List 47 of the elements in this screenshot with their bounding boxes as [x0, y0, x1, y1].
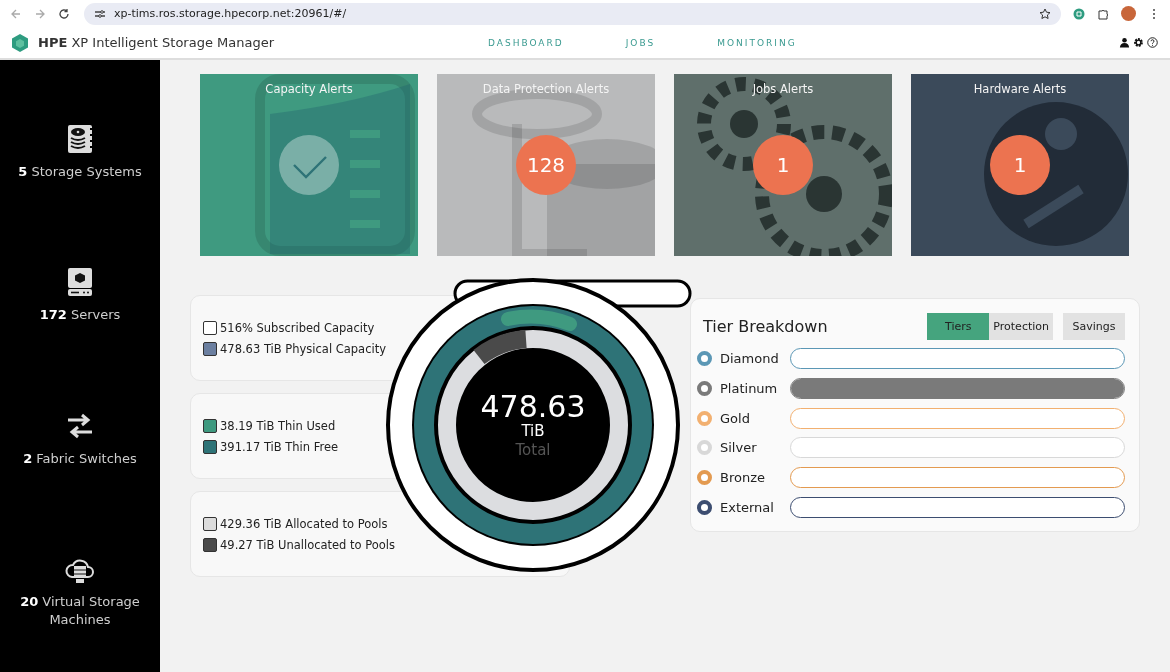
nav-link[interactable]: JOBS — [625, 37, 656, 48]
tab[interactable]: Tiers — [927, 313, 990, 340]
tab[interactable]: Protection — [989, 313, 1053, 340]
avatar[interactable] — [1121, 6, 1136, 21]
total-unit: TiB — [521, 424, 545, 439]
alert-card[interactable]: Hardware Alerts 1 — [911, 74, 1129, 256]
check-circle-icon — [279, 135, 339, 195]
settings-icon[interactable] — [1133, 37, 1144, 48]
tier-name: Diamond — [720, 351, 780, 367]
cube-logo-icon — [10, 32, 30, 53]
alert-count-badge: 1 — [753, 135, 813, 195]
card-title: Capacity Alerts — [264, 82, 354, 96]
alert-count-badge: 128 — [516, 135, 576, 195]
help-icon[interactable] — [1147, 37, 1158, 48]
legend-label: 478.63 TiB Physical Capacity — [220, 341, 386, 356]
legend-label: 49.27 TiB Unallocated to Pools — [220, 537, 396, 552]
tab[interactable]: Savings — [1063, 313, 1125, 340]
panel-title: Tier Breakdown — [703, 317, 828, 336]
tier-name: Platinum — [720, 381, 779, 397]
legend-label: 391.17 TiB Thin Free — [220, 439, 339, 454]
legend-label: 38.19 TiB Thin Used — [220, 418, 336, 433]
total-caption: Total — [515, 443, 551, 458]
nav-link[interactable]: DASHBOARD — [488, 37, 564, 48]
user-icon[interactable] — [1119, 37, 1130, 48]
site-settings-icon[interactable] — [94, 7, 106, 20]
card-title: Data Protection Alerts — [481, 82, 611, 96]
alert-card[interactable]: Jobs Alerts 1 — [674, 74, 892, 256]
url-text: xp-tims.ros.storage.hpecorp.net:20961/#/ — [114, 7, 348, 20]
app-title: HPE XP Intelligent Storage Manager — [38, 35, 274, 50]
tier-name: Gold — [720, 410, 751, 426]
tier-name: External — [720, 499, 775, 515]
sidebar-item[interactable]: 2 Fabric Switches — [15, 449, 145, 468]
card-title: Jobs Alerts — [751, 82, 815, 96]
extension-icon[interactable] — [1073, 7, 1085, 20]
total-value: 478.63 — [480, 392, 586, 422]
legend-label: 429.36 TiB Allocated to Pools — [220, 516, 388, 531]
nav-link[interactable]: MONITORING — [717, 37, 797, 48]
sidebar-item[interactable]: 5 Storage Systems — [15, 162, 145, 181]
sidebar-item[interactable]: 172 Servers — [15, 306, 145, 325]
tier-name: Silver — [720, 440, 758, 456]
card-title: Hardware Alerts — [972, 82, 1068, 96]
address-bar[interactable]: xp-tims.ros.storage.hpecorp.net:20961/#/ — [84, 2, 1061, 25]
reload-icon[interactable] — [58, 7, 70, 20]
bookmark-star-icon[interactable] — [1039, 7, 1051, 20]
legend-label: 516% Subscribed Capacity — [220, 320, 375, 335]
sidebar-item[interactable]: 20 Virtual Storage Machines — [15, 593, 145, 630]
tier-name: Bronze — [720, 470, 766, 486]
